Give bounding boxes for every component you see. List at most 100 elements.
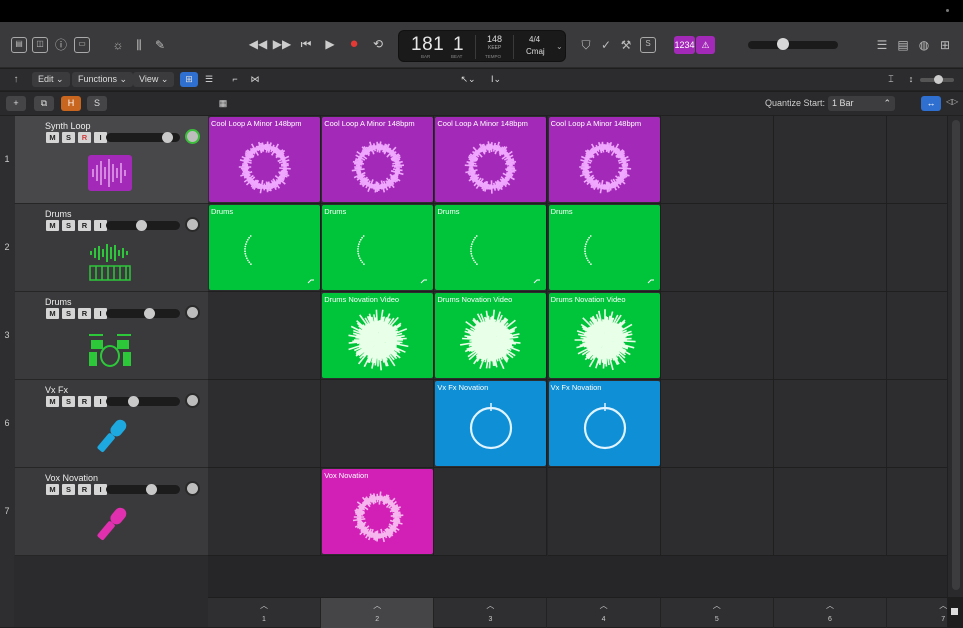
notes-icon[interactable]: ▤ — [895, 37, 911, 53]
quick-help-icon[interactable]: ⓘ — [53, 37, 69, 53]
editors-icon[interactable]: ✎ — [152, 37, 168, 53]
clip-cell[interactable]: Cool Loop A Minor 148bpm — [435, 117, 546, 202]
zoom-vertical-icon[interactable]: ⌶ — [882, 72, 900, 87]
text-tool-icon[interactable]: I⌄ — [485, 72, 507, 87]
clip-cell[interactable]: Cool Loop A Minor 148bpm — [209, 117, 320, 202]
track-header[interactable]: DrumsMSRI — [14, 292, 208, 380]
scene-trigger[interactable]: ︿2 — [321, 598, 434, 628]
cell-slot[interactable] — [208, 380, 321, 468]
grid-view-icon[interactable]: ⊞ — [180, 72, 198, 87]
lcd-display[interactable]: 181 1 BAR BEAT 148 KEEP TEMPO 4/4 Cmaj ⌄ — [398, 30, 566, 62]
list-editors-icon[interactable]: ☰ — [874, 37, 890, 53]
inspector-icon[interactable]: ◫ — [32, 37, 48, 53]
pan-knob[interactable] — [185, 305, 200, 320]
cell-slot[interactable] — [774, 380, 887, 468]
duplicate-icon[interactable]: ⧉ — [34, 96, 54, 111]
arrow-up-icon[interactable]: ↑ — [8, 72, 24, 88]
cell-slot[interactable] — [661, 116, 774, 204]
track-header[interactable]: Vox NovationMSRI — [14, 468, 208, 556]
rewind-button[interactable]: ◀◀ — [248, 34, 268, 54]
track-header[interactable]: Vx FxMSRI — [14, 380, 208, 468]
scene-trigger[interactable]: ︿6 — [774, 598, 887, 628]
add-track-button[interactable]: + — [6, 96, 26, 111]
clip-cell[interactable]: Drums Novation Video — [322, 293, 433, 378]
quantize-start-select[interactable]: 1 Bar⌃ — [828, 96, 895, 111]
cell-slot[interactable] — [774, 468, 887, 556]
metronome-button[interactable]: ⚠ — [696, 36, 715, 54]
pan-knob[interactable] — [185, 393, 200, 408]
view-menu[interactable]: View ⌄ — [133, 72, 174, 87]
cell-slot[interactable] — [661, 380, 774, 468]
zoom-slider[interactable] — [920, 78, 954, 82]
mute-button[interactable]: M — [46, 308, 59, 319]
scene-trigger[interactable]: ︿1 — [208, 598, 321, 628]
fast-forward-button[interactable]: ▶▶ — [272, 34, 292, 54]
record-enable-button[interactable]: R — [78, 308, 91, 319]
pointer-tool-icon[interactable]: ↖⌄ — [457, 72, 479, 87]
automation-icon[interactable]: ⌐ — [226, 72, 244, 87]
clip-cell[interactable]: Drums Novation Video — [549, 293, 660, 378]
volume-knob[interactable] — [136, 220, 147, 231]
library-icon[interactable]: ▤ — [11, 37, 27, 53]
track-header[interactable]: DrumsMSRI — [14, 204, 208, 292]
volume-knob[interactable] — [128, 396, 139, 407]
cell-slot[interactable] — [774, 204, 887, 292]
scroll-arrows-icon[interactable]: ◁▷ — [946, 97, 958, 106]
record-enable-button[interactable]: R — [78, 132, 91, 143]
mute-button[interactable]: M — [46, 220, 59, 231]
cell-slot[interactable] — [774, 116, 887, 204]
grid-options-icon[interactable]: ▦ — [213, 96, 233, 111]
loop-browser-icon[interactable]: ◍ — [916, 37, 932, 53]
solo-button[interactable]: S — [62, 308, 75, 319]
clip-cell[interactable]: Drums — [549, 205, 660, 290]
clip-cell[interactable]: Cool Loop A Minor 148bpm — [549, 117, 660, 202]
wrench-icon[interactable]: ⚒ — [618, 37, 634, 53]
volume-knob[interactable] — [146, 484, 157, 495]
list-view-icon[interactable]: ☰ — [200, 72, 218, 87]
track-header[interactable]: Synth LoopMSRI — [14, 116, 208, 204]
mute-button[interactable]: M — [46, 484, 59, 495]
count-in-button[interactable]: 1234 — [674, 36, 695, 54]
volume-knob[interactable] — [144, 308, 155, 319]
scene-trigger[interactable]: ︿3 — [434, 598, 547, 628]
cell-slot[interactable] — [321, 380, 434, 468]
scene-trigger[interactable]: ︿4 — [548, 598, 661, 628]
score-icon[interactable]: S — [640, 37, 656, 53]
pan-knob[interactable] — [185, 481, 200, 496]
record-enable-button[interactable]: R — [78, 220, 91, 231]
mute-button[interactable]: M — [46, 132, 59, 143]
expand-horizontal-icon[interactable]: ↔ — [921, 96, 941, 111]
clip-cell[interactable]: Drums — [209, 205, 320, 290]
solo-button[interactable]: S — [62, 132, 75, 143]
scroll-thumb[interactable] — [952, 120, 960, 590]
go-to-start-button[interactable]: ⏮ — [296, 34, 316, 54]
cell-slot[interactable] — [661, 292, 774, 380]
solo-button[interactable]: S — [87, 96, 107, 111]
volume-slider[interactable] — [106, 397, 180, 406]
solo-button[interactable]: S — [62, 220, 75, 231]
volume-slider[interactable] — [106, 133, 180, 142]
cell-slot[interactable] — [661, 204, 774, 292]
vertical-scrollbar[interactable] — [947, 116, 963, 597]
functions-menu[interactable]: Functions ⌄ — [72, 72, 133, 87]
cell-slot[interactable] — [774, 292, 887, 380]
record-enable-button[interactable]: R — [78, 396, 91, 407]
volume-slider[interactable] — [106, 309, 180, 318]
volume-knob[interactable] — [162, 132, 173, 143]
scene-trigger[interactable]: ︿5 — [661, 598, 774, 628]
solo-button[interactable]: S — [62, 484, 75, 495]
pan-knob[interactable] — [185, 129, 200, 144]
clip-cell[interactable]: Vox Novation — [322, 469, 433, 554]
hide-button[interactable]: H — [61, 96, 81, 111]
browser-icon[interactable]: ⊞ — [937, 37, 953, 53]
record-enable-button[interactable]: R — [78, 484, 91, 495]
cell-slot[interactable] — [208, 292, 321, 380]
cycle-button[interactable]: ⟲ — [368, 34, 388, 54]
shield-icon[interactable]: ⛉ — [578, 37, 594, 53]
flex-icon[interactable]: ⋈ — [246, 72, 264, 87]
mixer-icon[interactable]: ⫼ — [131, 37, 147, 53]
toolbar-icon[interactable]: ▭ — [74, 37, 90, 53]
master-volume-knob[interactable] — [777, 38, 789, 50]
mute-button[interactable]: M — [46, 396, 59, 407]
record-button[interactable]: ● — [344, 34, 364, 54]
